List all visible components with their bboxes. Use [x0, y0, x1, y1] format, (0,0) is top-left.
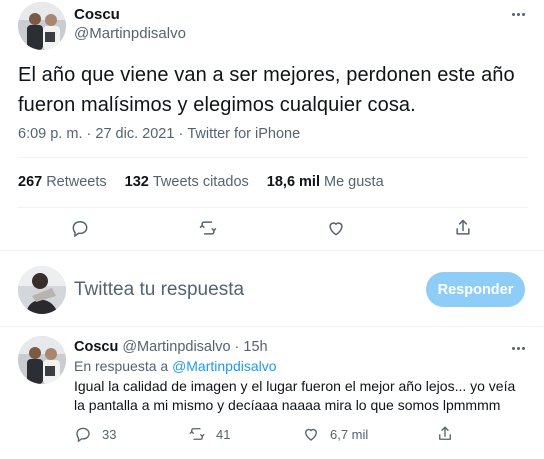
reply-input[interactable]: Twittea tu respuesta — [74, 279, 244, 301]
more-options-icon[interactable] — [507, 338, 529, 358]
tweet-time[interactable]: 6:09 p. m. — [18, 126, 82, 142]
reply-age[interactable]: 15h — [243, 339, 267, 355]
section-divider — [0, 250, 544, 251]
tweet-text: El año que viene van a ser mejores, perd… — [18, 64, 515, 116]
in-reply-mention[interactable]: @Martinpdisalvo — [172, 358, 276, 374]
stat-value: 18,6 mil — [266, 174, 320, 190]
stat-label: Me gusta — [323, 174, 384, 190]
reply-author-handle[interactable]: @Martinpdisalvo — [122, 339, 230, 355]
stat-value: 267 — [18, 174, 43, 190]
divider — [18, 207, 528, 208]
meta-separator: · — [234, 339, 240, 355]
divider — [18, 157, 528, 158]
retweet-icon — [189, 428, 205, 440]
author-display-name[interactable]: Coscu — [74, 6, 120, 23]
likes-stat[interactable]: 18,6 mil Me gusta — [267, 174, 384, 190]
reply-author-avatar[interactable] — [18, 336, 66, 384]
avatar-image — [18, 266, 66, 314]
reply-author-name[interactable]: Coscu — [74, 339, 118, 355]
current-user-avatar[interactable] — [18, 266, 66, 314]
reply-icon[interactable] — [69, 217, 91, 239]
avatar-image — [18, 2, 66, 50]
share-icon — [439, 426, 451, 440]
share-icon[interactable] — [452, 217, 474, 239]
retweets-stat[interactable]: 267 Retweets — [18, 174, 107, 190]
reply-icon — [76, 427, 90, 443]
tweet-source[interactable]: Twitter for iPhone — [187, 126, 300, 142]
reply-reply-action[interactable]: 33 — [74, 424, 116, 444]
like-icon — [305, 428, 317, 441]
reply-share-action[interactable] — [436, 424, 454, 444]
stat-label: Tweets citados — [152, 174, 249, 190]
tweet-date[interactable]: 27 dic. 2021 — [95, 126, 174, 142]
more-options-icon[interactable] — [507, 4, 529, 24]
section-divider — [0, 326, 544, 327]
author-avatar[interactable] — [18, 2, 66, 50]
avatar-image — [18, 336, 66, 384]
stat-value: 132 — [124, 174, 149, 190]
reply-header: Coscu @Martinpdisalvo · 15h — [74, 339, 268, 355]
reply-count: 33 — [102, 426, 117, 442]
tweet-stats: 267 Retweets 132 Tweets citados 18,6 mil… — [18, 174, 402, 190]
stat-label: Retweets — [46, 174, 107, 190]
reply-button[interactable]: Responder — [426, 272, 525, 307]
in-reply-prefix: En respuesta a — [74, 358, 169, 374]
retweet-count: 41 — [216, 426, 231, 442]
reply-like-action[interactable]: 6,7 mil — [302, 424, 368, 444]
main-tweet: Coscu @Martinpdisalvo El año que viene v… — [0, 0, 544, 250]
reply-text: Igual la calidad de imagen y el lugar fu… — [74, 378, 516, 413]
reply-retweet-action[interactable]: 41 — [188, 424, 230, 444]
in-reply-to: En respuesta a @Martinpdisalvo — [74, 358, 277, 374]
like-icon[interactable] — [325, 217, 347, 239]
retweet-icon[interactable] — [197, 217, 219, 239]
author-handle[interactable]: @Martinpdisalvo — [74, 25, 186, 42]
tweet-meta: 6:09 p. m. · 27 dic. 2021 · Twitter for … — [18, 126, 300, 142]
like-count: 6,7 mil — [330, 426, 369, 442]
quote-tweets-stat[interactable]: 132 Tweets citados — [125, 174, 249, 190]
